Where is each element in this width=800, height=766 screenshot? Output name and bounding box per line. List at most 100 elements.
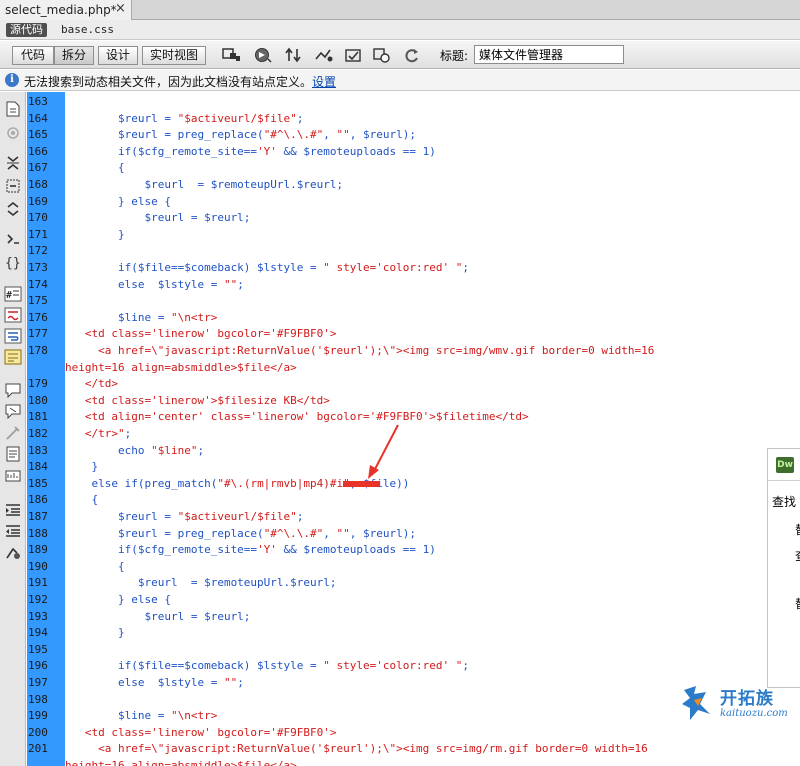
code-token: ;: [296, 510, 304, 523]
wrap-tag-icon[interactable]: [4, 425, 22, 441]
code-string-token: "\n<tr>: [170, 310, 218, 324]
check-browser-icon[interactable]: [344, 47, 364, 64]
line-number: 172: [28, 244, 48, 258]
document-tab[interactable]: select_media.php* ×: [0, 0, 132, 20]
code-token: {: [65, 161, 125, 175]
setup-link[interactable]: 设置: [312, 75, 336, 89]
collapse-selection-icon[interactable]: [4, 178, 22, 194]
code-token: ;: [296, 111, 304, 125]
code-token: }: [65, 626, 125, 640]
code-token: $reurl =: [65, 510, 178, 523]
side-panel-label: 查: [795, 547, 800, 564]
remove-comment-icon[interactable]: [4, 403, 22, 420]
related-file-css[interactable]: base.css: [61, 23, 114, 36]
line-number: 185: [28, 476, 48, 490]
show-code-navigator-icon[interactable]: [4, 125, 22, 141]
highlight-invalid-code-icon[interactable]: [4, 307, 22, 323]
line-number: 186: [28, 493, 48, 507]
code-token: && $remoteuploads == 1): [276, 543, 436, 557]
code-line: else $lstyle = "";: [65, 675, 244, 692]
title-label: 标题:: [440, 49, 469, 63]
line-number: 174: [28, 277, 48, 291]
line-number: 193: [28, 609, 48, 623]
code-token: $reurl = $reurl;: [65, 609, 251, 623]
code-line: <td class='linerow' bgcolor='#F9FBF0'>: [65, 326, 337, 343]
validate-icon[interactable]: [314, 47, 334, 64]
source-code-button[interactable]: 源代码: [6, 23, 47, 37]
code-line: }: [65, 227, 125, 244]
svg-text:#: #: [6, 290, 12, 301]
indent-code-icon[interactable]: [4, 502, 22, 518]
line-number: 173: [28, 261, 48, 274]
split-view-button[interactable]: 拆分: [54, 46, 94, 65]
document-tab-name: select_media.php*: [5, 3, 117, 17]
visual-aids-icon[interactable]: [372, 47, 392, 64]
line-number: 168: [28, 178, 48, 191]
file-management-icon[interactable]: [284, 47, 304, 64]
line-number: 170: [28, 211, 48, 225]
line-number: 169: [28, 194, 48, 208]
code-line: height=16 align=absmiddle>$file</a>: [65, 758, 297, 766]
document-toolbar: 代码 拆分 设计 实时视图 标题:: [0, 41, 800, 69]
close-icon[interactable]: ×: [115, 1, 126, 16]
code-line: if($file==$comeback) $lstyle = " style='…: [65, 658, 469, 675]
code-line: $reurl = $reurl;: [65, 210, 250, 227]
recent-snippets-icon[interactable]: [4, 446, 22, 462]
line-number: 198: [28, 692, 48, 706]
code-token: }: [65, 460, 99, 474]
preview-icon[interactable]: [253, 47, 273, 64]
line-number: 184: [28, 460, 48, 474]
code-line: } else {: [65, 194, 171, 211]
annotation-arrow: [368, 424, 399, 479]
code-token: && $remoteuploads == 1): [276, 144, 436, 158]
line-number: 201: [28, 742, 48, 756]
code-token: ;: [462, 261, 469, 274]
code-string-token: height=16 align=absmiddle>$file</a>: [65, 360, 297, 374]
info-message: 无法搜索到动态相关文件，因为此文档没有站点定义。设置: [24, 73, 336, 90]
line-number: 191: [28, 576, 48, 590]
code-line: <a href=\"javascript:ReturnValue('$reurl…: [65, 343, 654, 360]
move-css-icon[interactable]: [4, 468, 22, 484]
apply-comment-icon[interactable]: [4, 382, 22, 399]
code-line: <td align='center' class='linerow' bgcol…: [65, 409, 529, 426]
select-parent-tag-icon[interactable]: [4, 231, 22, 247]
live-view-button[interactable]: 实时视图: [142, 46, 206, 65]
code-string-token: <a href=\"javascript:ReturnValue('$reurl…: [65, 344, 655, 357]
code-string-token: "": [223, 277, 238, 291]
design-view-button[interactable]: 设计: [98, 46, 138, 65]
multiscreen-icon[interactable]: [222, 47, 242, 64]
line-number: 183: [28, 443, 48, 457]
code-token: $reurl = $reurl;: [65, 211, 251, 225]
code-view-button[interactable]: 代码: [12, 46, 54, 65]
format-source-icon[interactable]: [4, 545, 22, 561]
refresh-icon[interactable]: [402, 47, 422, 64]
code-token: ;: [197, 443, 205, 457]
balance-braces-icon[interactable]: {}: [4, 254, 22, 271]
code-line: $reurl = preg_replace("#^\.\.#", "", $re…: [65, 127, 416, 144]
code-token: ;: [462, 659, 469, 673]
watermark-url: kaituozu.com: [720, 708, 788, 719]
info-message-text: 无法搜索到动态相关文件，因为此文档没有站点定义。: [24, 75, 313, 89]
open-documents-icon[interactable]: [4, 101, 22, 117]
code-token: else $lstyle =: [65, 676, 224, 689]
syntax-coloring-icon[interactable]: [4, 349, 22, 365]
code-line: if($file==$comeback) $lstyle = " style='…: [65, 260, 469, 277]
code-line: height=16 align=absmiddle>$file</a>: [65, 360, 297, 377]
line-number: 180: [28, 393, 48, 407]
title-input[interactable]: [474, 45, 624, 64]
info-icon: i: [5, 73, 19, 87]
find-label: 查找: [772, 495, 797, 509]
code-token: $reurl = preg_replace(: [65, 526, 264, 540]
line-numbers-icon[interactable]: #: [4, 286, 22, 302]
watermark-name: 开拓族: [720, 689, 774, 709]
line-number: 179: [28, 377, 48, 391]
collapse-full-tag-icon[interactable]: [4, 155, 22, 171]
outdent-code-icon[interactable]: [4, 523, 22, 539]
code-editor[interactable]: $reurl = "$activeurl/$file"; $reurl = pr…: [65, 92, 800, 766]
expand-all-icon[interactable]: [4, 201, 22, 217]
code-token: if($file==$comeback) $lstyle =: [65, 659, 324, 673]
word-wrap-icon[interactable]: [4, 328, 22, 344]
code-string-token: 'Y': [257, 144, 277, 158]
line-number: 199: [28, 709, 48, 723]
watermark-logo: [682, 686, 710, 720]
